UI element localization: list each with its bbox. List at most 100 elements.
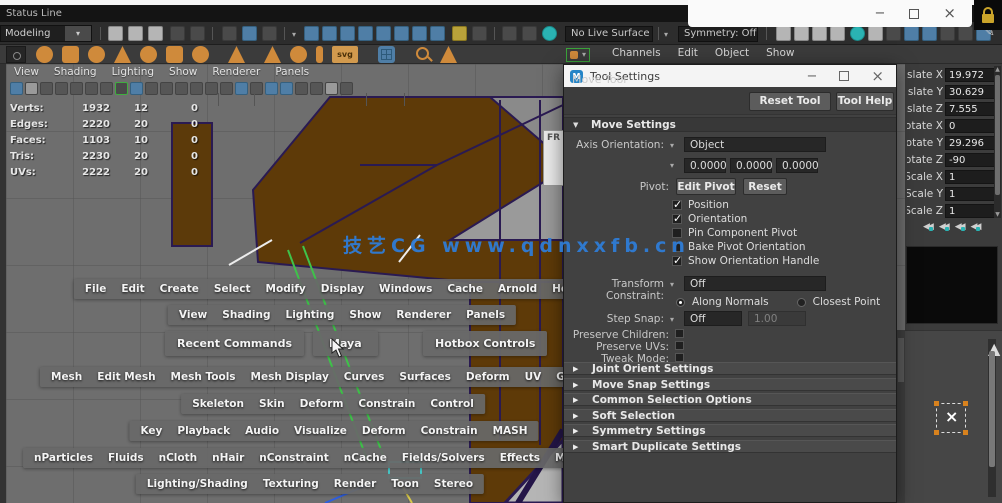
chevron-down-icon[interactable] [670, 280, 674, 289]
hotbox-menu-item[interactable]: Constrain [351, 395, 422, 413]
reset-tool-button[interactable]: Reset Tool [749, 92, 831, 111]
hotbox-menu-item[interactable]: Deform [293, 395, 351, 413]
channel-value[interactable]: 1 [945, 187, 995, 201]
lock-camera-icon[interactable] [25, 82, 38, 95]
zoom-icon[interactable] [416, 47, 429, 60]
panel-menu-item[interactable]: Panels [275, 66, 309, 78]
chevron-down-icon[interactable] [65, 26, 91, 41]
hotbox-menu-item[interactable]: Windows [372, 280, 439, 298]
shadows-icon[interactable] [295, 82, 308, 95]
hotbox-menu-item[interactable]: Constrain [414, 422, 485, 440]
hypershade-icon[interactable] [868, 26, 883, 41]
hotbox-menu-item[interactable]: Texturing [256, 475, 326, 493]
checkbox[interactable] [675, 341, 684, 350]
maximize-icon[interactable] [839, 71, 849, 81]
snap-grid-icon[interactable] [304, 26, 319, 41]
display-layer-area[interactable] [906, 246, 998, 324]
chevron-down-icon[interactable] [670, 141, 674, 150]
panel-scrollbar[interactable] [988, 339, 996, 497]
lock-selection-icon[interactable] [452, 26, 467, 41]
channel-value[interactable]: 30.629 [945, 85, 995, 99]
safe-title-icon[interactable] [220, 82, 233, 95]
snap-curve-icon[interactable] [322, 26, 337, 41]
image-plane-icon[interactable] [70, 82, 83, 95]
shaded-icon[interactable] [250, 82, 263, 95]
poly-cone-icon[interactable] [114, 46, 131, 63]
bookmark-icon[interactable] [55, 82, 68, 95]
tool-settings-icon[interactable] [958, 26, 973, 41]
collapsed-section-header[interactable]: Soft Selection [564, 409, 896, 422]
move-settings-header[interactable]: Move Settings [564, 117, 896, 132]
rewind-icon[interactable] [923, 222, 931, 232]
minimize-icon[interactable] [875, 7, 886, 20]
snap-hook-icon[interactable] [522, 26, 537, 41]
render-icon[interactable] [776, 26, 791, 41]
radio-button[interactable] [797, 298, 806, 307]
film-gate-icon[interactable] [145, 82, 158, 95]
channel-menu-item[interactable]: Object [715, 47, 749, 59]
triangle-icon[interactable] [440, 46, 457, 63]
grid-toggle-icon[interactable] [130, 82, 143, 95]
multi-cut-icon[interactable] [378, 46, 395, 63]
close-icon[interactable] [871, 69, 884, 84]
hotbox-menu-item[interactable]: Edit [114, 280, 151, 298]
hotbox-menu-item[interactable]: MASH [486, 422, 535, 440]
shelf-tab-icon[interactable] [6, 46, 26, 63]
checkbox[interactable] [675, 329, 684, 338]
poly-plane-icon[interactable] [166, 46, 183, 63]
checkbox[interactable] [672, 214, 682, 224]
symmetry-field[interactable]: Symmetry: Off [678, 26, 758, 42]
hotbox-menu-item[interactable]: Display [314, 280, 371, 298]
step-back-icon[interactable] [939, 222, 947, 232]
step-size-field[interactable]: 1.00 [748, 311, 806, 326]
transform-constraint-field[interactable]: Off [684, 276, 826, 291]
hotbox-menu-item[interactable]: Toon [384, 475, 426, 493]
play-back-icon[interactable] [971, 222, 979, 232]
camera-attributes-icon[interactable] [40, 82, 53, 95]
2d-pan-zoom-icon[interactable] [85, 82, 98, 95]
hotbox-menu-item[interactable]: Deform [355, 422, 413, 440]
object-highlight-icon[interactable] [566, 48, 590, 62]
hotbox-menu-item[interactable]: Shading [215, 306, 277, 324]
open-scene-icon[interactable] [128, 26, 143, 41]
lighting-icon[interactable] [280, 82, 293, 95]
channel-value[interactable]: 29.296 [945, 136, 995, 150]
hotbox-menu-item[interactable]: Arnold [491, 280, 544, 298]
axis-x-field[interactable]: 0.0000 [684, 158, 726, 173]
reset-pivot-button[interactable]: Reset [743, 178, 787, 195]
make-live-surface-icon[interactable] [502, 26, 517, 41]
hotbox-menu-item[interactable]: Panels [459, 306, 512, 324]
safe-action-icon[interactable] [205, 82, 218, 95]
chevron-down-icon[interactable] [664, 30, 668, 39]
hotbox-menu-item[interactable]: nParticles [27, 449, 100, 467]
channel-menu-item[interactable]: Show [766, 47, 794, 59]
channel-value[interactable]: 0 [945, 119, 995, 133]
character-controls-icon[interactable] [922, 26, 937, 41]
wireframe-icon[interactable] [235, 82, 248, 95]
redo-icon[interactable] [190, 26, 205, 41]
hotbox-menu-item[interactable]: Modify [259, 280, 313, 298]
scroll-down-icon[interactable] [994, 211, 1001, 218]
tool-help-button[interactable]: Tool Help [836, 92, 894, 111]
save-scene-icon[interactable] [148, 26, 163, 41]
collapsed-section-header[interactable]: Joint Orient Settings [564, 362, 896, 375]
channel-value[interactable]: 7.555 [945, 102, 995, 116]
channel-value[interactable]: 1 [945, 204, 995, 218]
hotbox-menu-item[interactable]: nCloth [152, 449, 205, 467]
checkbox[interactable] [675, 353, 684, 362]
hotbox-menu-item[interactable]: UV [518, 368, 549, 386]
collapsed-section-header[interactable]: Symmetry Settings [564, 424, 896, 437]
hotbox-menu-item[interactable]: Stereo [427, 475, 480, 493]
hotbox-menu-item[interactable]: Surfaces [392, 368, 457, 386]
snap-view-plane-icon[interactable] [376, 26, 391, 41]
live-surface-field[interactable]: No Live Surface [565, 26, 653, 42]
hotbox-menu-item[interactable]: Playback [170, 422, 237, 440]
hotbox-menu-item[interactable]: File [78, 280, 114, 298]
channel-menu-item[interactable]: Edit [678, 47, 698, 59]
scroll-up-icon[interactable] [994, 66, 1001, 73]
snap-projected-center-icon[interactable] [358, 26, 373, 41]
render-view-icon[interactable] [850, 26, 865, 41]
snap-together-icon[interactable] [412, 26, 427, 41]
scrollbar-thumb[interactable] [995, 75, 1000, 195]
minimize-icon[interactable] [807, 70, 818, 83]
